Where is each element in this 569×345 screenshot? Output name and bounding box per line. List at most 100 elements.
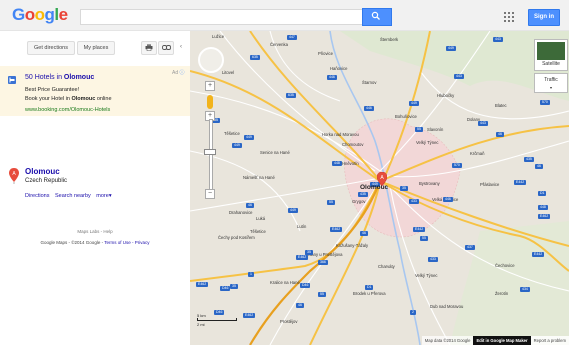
logo-letter: G <box>12 5 25 24</box>
map-bottom-bar: Map data ©2014 Google Edit in Google Map… <box>421 336 569 345</box>
collapse-panel-button[interactable]: ‹ <box>180 44 182 50</box>
get-directions-button[interactable]: Get directions <box>27 41 75 55</box>
map-place-label: Žerotín <box>495 291 509 296</box>
map-place-label: Drahanovice <box>229 210 253 215</box>
traffic-dropdown-icon: ▾ <box>549 85 552 90</box>
search-nearby-link[interactable]: Search nearby <box>55 193 91 199</box>
place-title[interactable]: Olomouc <box>25 167 60 176</box>
map-place-label: Charváty <box>378 264 395 269</box>
map-place-label: Krčmaň <box>470 151 485 156</box>
map-canvas[interactable]: Šternberk Lužice Červenka Pňovice Litovel Haň… <box>190 31 569 345</box>
road-shield: E462 <box>196 282 209 287</box>
road-shield: 46 <box>296 303 304 308</box>
road-shield: 46 <box>535 164 543 169</box>
road-shield: 55 <box>420 236 428 241</box>
road-shield: 433 <box>428 257 438 262</box>
road-shield: 46 <box>360 231 368 236</box>
logo-letter: e <box>58 5 68 24</box>
satellite-label: Satellite <box>542 61 560 67</box>
map-place-label: Chomoutov <box>342 142 364 147</box>
road-shield: 366 <box>318 260 328 265</box>
link-button[interactable] <box>158 41 174 55</box>
report-problem-link[interactable]: Report a problem <box>530 336 569 345</box>
road-shield: 46 <box>496 132 504 137</box>
map-attribution: Map data ©2014 Google <box>421 336 474 345</box>
search-input[interactable] <box>80 9 364 25</box>
hotel-icon <box>8 76 16 84</box>
road-shield: 1 <box>248 272 254 277</box>
road-shield: 449 <box>446 46 456 51</box>
map-place-label: Brodek u Přerova <box>353 291 386 296</box>
zoom-out-button[interactable]: − <box>205 189 215 199</box>
map-place-label: Přáslavice <box>480 182 500 187</box>
road-shield: 46 <box>246 203 254 208</box>
road-shield: 443 <box>478 121 488 126</box>
scale-bar: 5 km 2 mi <box>197 313 237 327</box>
road-shield: 635 <box>250 55 260 60</box>
road-shield: 55 <box>415 127 423 132</box>
road-shield: 635 <box>286 93 296 98</box>
google-logo[interactable]: Google <box>12 5 68 25</box>
ad-line-1: Best Price Guarantee! <box>25 87 80 93</box>
map-place-label: Šternberk <box>380 37 399 42</box>
map-place-label: Námešť na Hané <box>243 175 275 180</box>
road-shield: E442 <box>532 252 545 257</box>
road-shield: 434 <box>520 287 530 292</box>
road-shield: 443 <box>493 37 503 42</box>
left-panel: Get directions My places ‹ Ad ⓘ 50 Hotel… <box>0 31 190 345</box>
my-places-button[interactable]: My places <box>77 41 115 55</box>
road-shield: 448 <box>538 205 548 210</box>
pan-control[interactable] <box>198 47 224 73</box>
street-view-pegman-icon[interactable] <box>207 95 213 109</box>
road-shield: 449 <box>244 135 254 140</box>
map-place-label: Kralice na Hané <box>270 280 300 285</box>
info-icon[interactable]: ⓘ <box>180 70 185 76</box>
map-place-label: Červenka <box>270 42 288 47</box>
map-place-label: Dub nad Moravou <box>430 304 464 309</box>
ad-title[interactable]: 50 Hotels in Olomouc <box>25 74 94 81</box>
terms-privacy-link[interactable]: Terms of Use - Privacy <box>104 240 149 245</box>
map-place-label: Pňovice <box>318 51 333 56</box>
map-place-label: Slavonín <box>427 127 444 132</box>
logo-letter: o <box>24 5 35 24</box>
ad-url[interactable]: www.booking.com/Olomouc-Hotels <box>25 107 110 113</box>
road-shield: D46 <box>220 286 231 291</box>
road-shield: D1 <box>538 191 547 196</box>
map-place-label: Těšetice <box>250 229 266 234</box>
map-place-label: Štarnov <box>362 80 377 85</box>
zoom-slider-handle[interactable] <box>204 149 216 155</box>
print-button[interactable] <box>141 41 157 55</box>
road-shield: 35 <box>305 250 313 255</box>
zoom-in-button[interactable]: + <box>205 81 215 91</box>
apps-grid-icon[interactable] <box>504 12 514 22</box>
road-shield: E462 <box>243 313 256 318</box>
map-place-label: Haňovice <box>330 66 348 71</box>
map-place-label: Hněvotín <box>342 161 359 166</box>
road-shield: 447 <box>287 35 297 40</box>
road-shield: 35 <box>400 186 408 191</box>
map-place-label: Lužice <box>212 34 225 39</box>
map-place-label: Lutín <box>297 224 307 229</box>
road-shield: 55 <box>318 292 326 297</box>
map-place-label: Senice na Hané <box>260 150 290 155</box>
footer-labs-help[interactable]: Maps Labs - Help <box>0 229 190 234</box>
road-shield: 35 <box>230 284 238 289</box>
traffic-toggle[interactable]: Traffic ▾ <box>534 73 568 93</box>
road-shield: E442 <box>514 180 527 185</box>
map-place-label: Litovel <box>222 70 235 75</box>
zoom-slider-track[interactable] <box>209 119 213 191</box>
sign-in-button[interactable]: Sign in <box>528 9 560 26</box>
road-shield: 449 <box>232 143 242 148</box>
ad-block[interactable]: Ad ⓘ 50 Hotels in Olomouc Best Price Gua… <box>0 66 190 116</box>
road-shield: 446 <box>443 197 453 202</box>
more-link[interactable]: more▾ <box>96 193 111 199</box>
directions-link[interactable]: Directions <box>25 193 49 199</box>
map-place-label: Bohuňovice <box>395 114 417 119</box>
map-place-label: Těšetice <box>224 131 240 136</box>
road-shield: D46 <box>300 283 311 288</box>
search-button[interactable] <box>362 8 392 26</box>
road-shield: 437 <box>465 245 475 250</box>
edit-in-map-maker-button[interactable]: Edit in Google Map Maker <box>473 336 531 345</box>
satellite-toggle[interactable]: Satellite <box>534 39 568 71</box>
city-label: Olomouc <box>360 184 389 191</box>
